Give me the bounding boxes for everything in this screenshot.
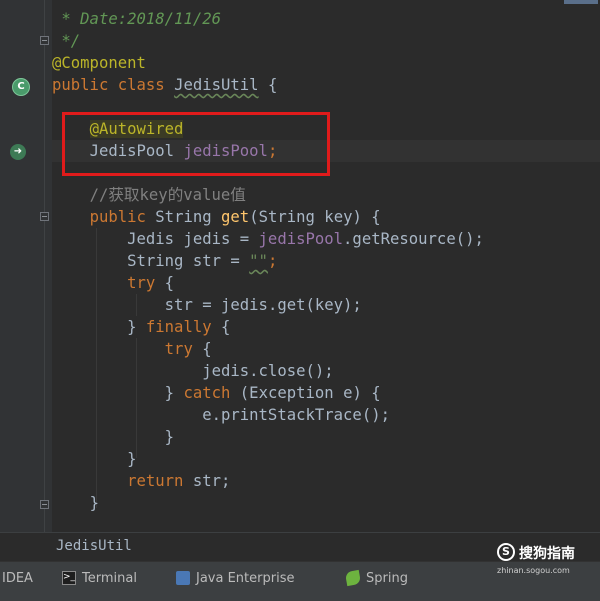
- class-name: JedisUtil: [174, 76, 259, 94]
- watermark-url: zhinan.sogou.com: [497, 566, 570, 575]
- tool-terminal[interactable]: >_ Terminal: [62, 569, 137, 589]
- fold-marker-comment[interactable]: [40, 36, 49, 45]
- fold-guide: [44, 0, 45, 532]
- tool-spring[interactable]: Spring: [344, 569, 408, 589]
- code-line-print-trace: e.printStackTrace();: [202, 406, 390, 424]
- code-line-component: @Component: [52, 54, 146, 72]
- code-line-catch: } catch (Exception e) {: [164, 384, 381, 402]
- code-line-class-decl: public class JedisUtil {: [52, 76, 278, 94]
- code-editor[interactable]: * Date:2018/11/26 */ @Component public c…: [52, 0, 600, 532]
- watermark-name: 搜狗指南: [519, 546, 575, 562]
- fold-marker-method-end[interactable]: [40, 500, 49, 509]
- code-line-comment-end: */: [52, 32, 81, 50]
- java-enterprise-icon: [176, 570, 190, 585]
- code-line-comment-get: //获取key的value值: [89, 186, 246, 204]
- sogou-logo-icon: S: [497, 543, 515, 561]
- code-line-inner-try: try {: [164, 340, 212, 358]
- code-line-method-decl: public String get(String key) {: [89, 208, 381, 226]
- code-line-close-method: }: [89, 494, 99, 512]
- autowired-navigation-icon[interactable]: ➜: [10, 144, 26, 160]
- code-line-get-resource: Jedis jedis = jedisPool.getResource();: [127, 230, 484, 248]
- code-line-return: return str;: [127, 472, 231, 490]
- code-line-date: * Date:2018/11/26: [52, 10, 221, 28]
- code-line-close-finally: }: [127, 450, 137, 468]
- tool-idea[interactable]: IDEA: [2, 569, 33, 589]
- code-line-str-decl: String str = "";: [127, 252, 278, 270]
- code-line-try: try {: [127, 274, 175, 292]
- breadcrumb-class[interactable]: JedisUtil: [56, 538, 132, 554]
- spring-icon: [344, 569, 362, 586]
- code-line-close: jedis.close();: [202, 362, 334, 380]
- autowired-highlight-box: [62, 112, 330, 176]
- code-line-close-catch: }: [164, 428, 175, 446]
- terminal-icon: >_: [62, 570, 76, 585]
- tool-java-enterprise[interactable]: Java Enterprise: [176, 569, 294, 589]
- spring-bean-gutter-icon[interactable]: C: [12, 78, 30, 96]
- sogou-watermark: S 搜狗指南 zhinan.sogou.com: [497, 541, 597, 581]
- code-line-str-assign: str = jedis.get(key);: [164, 296, 362, 314]
- fold-marker-method[interactable]: [40, 212, 49, 221]
- code-line-finally: } finally {: [127, 318, 231, 336]
